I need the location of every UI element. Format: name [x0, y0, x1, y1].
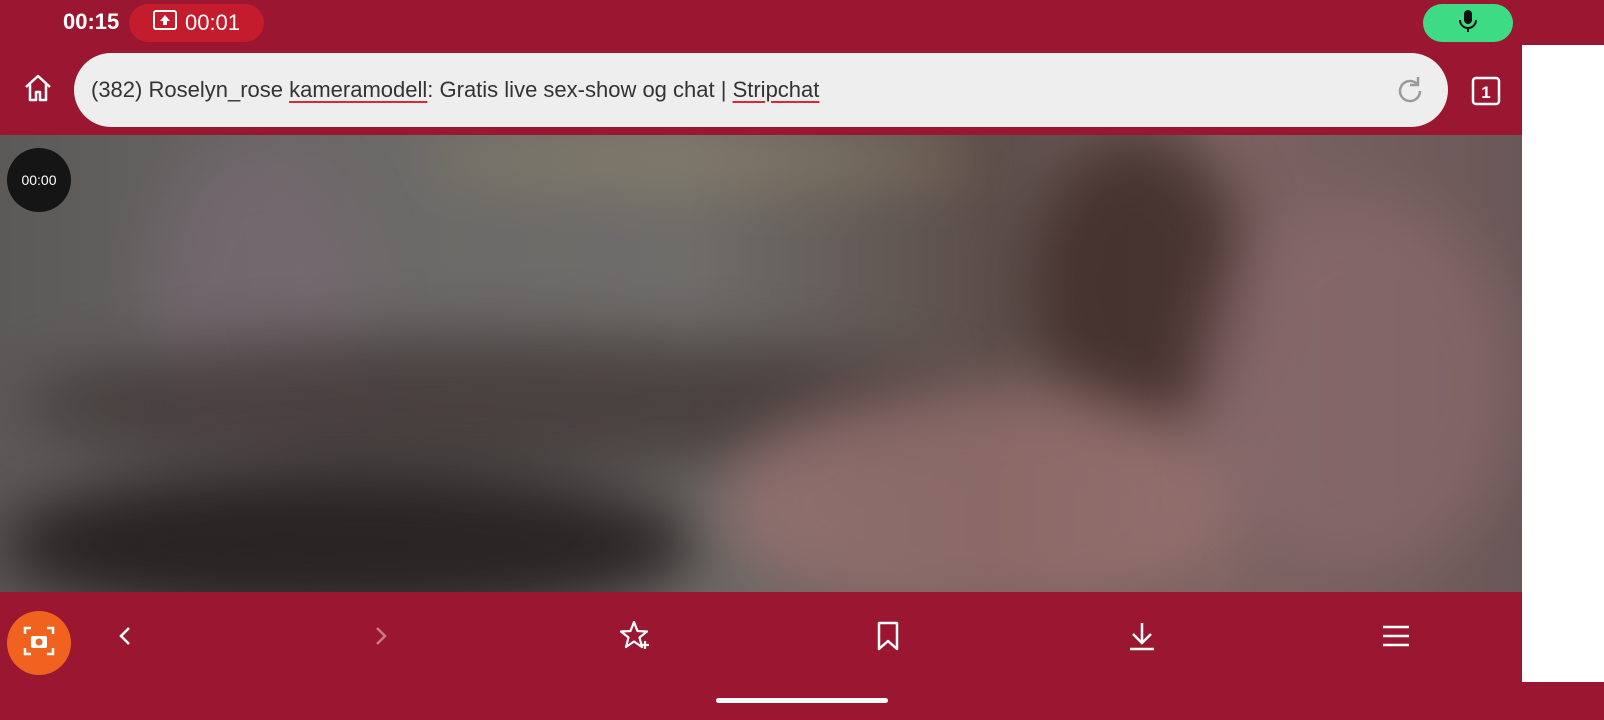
bottom-nav-bar: [0, 592, 1522, 682]
url-part: : Gratis live sex-show og chat |: [427, 77, 733, 102]
forward-button[interactable]: [360, 618, 400, 658]
camera-icon: [21, 623, 57, 664]
address-bar[interactable]: (382) Roselyn_rose kameramodell: Gratis …: [74, 53, 1448, 127]
screen-record-icon: [152, 10, 177, 36]
menu-button[interactable]: [1376, 618, 1416, 658]
home-button[interactable]: [18, 70, 58, 110]
download-icon: [1126, 620, 1158, 657]
reload-icon: [1393, 77, 1427, 112]
downloads-button[interactable]: [1122, 618, 1162, 658]
url-part: (382) Roselyn_rose: [91, 77, 290, 102]
page-title-url[interactable]: (382) Roselyn_rose kameramodell: Gratis …: [91, 77, 819, 103]
bookmarks-button[interactable]: [868, 618, 908, 658]
menu-icon: [1381, 623, 1411, 654]
url-part: kameramodell: [289, 77, 428, 102]
microphone-icon: [1457, 8, 1479, 39]
status-clock: 00:15: [63, 9, 120, 34]
add-bookmark-button[interactable]: [614, 618, 654, 658]
back-button[interactable]: [106, 618, 146, 658]
reload-button[interactable]: [1393, 74, 1427, 108]
recording-time: 00:01: [184, 10, 241, 35]
tabs-button[interactable]: 1: [1470, 75, 1502, 107]
add-bookmark-icon: [617, 619, 651, 658]
side-panel: [1522, 45, 1604, 682]
home-icon: [22, 72, 54, 109]
screenshot-button[interactable]: [7, 611, 71, 675]
screen-record-indicator[interactable]: 00:01: [129, 4, 264, 42]
tab-count: 1: [1481, 83, 1490, 102]
video-player[interactable]: [0, 135, 1522, 592]
url-part: Stripchat: [732, 77, 820, 102]
tabs-icon: 1: [1471, 76, 1501, 106]
gesture-handle[interactable]: [716, 698, 888, 703]
bookmark-icon: [874, 620, 902, 657]
back-icon: [114, 624, 138, 653]
video-timer: 00:00: [7, 148, 71, 212]
forward-icon: [368, 624, 392, 653]
microphone-indicator[interactable]: [1423, 4, 1513, 42]
